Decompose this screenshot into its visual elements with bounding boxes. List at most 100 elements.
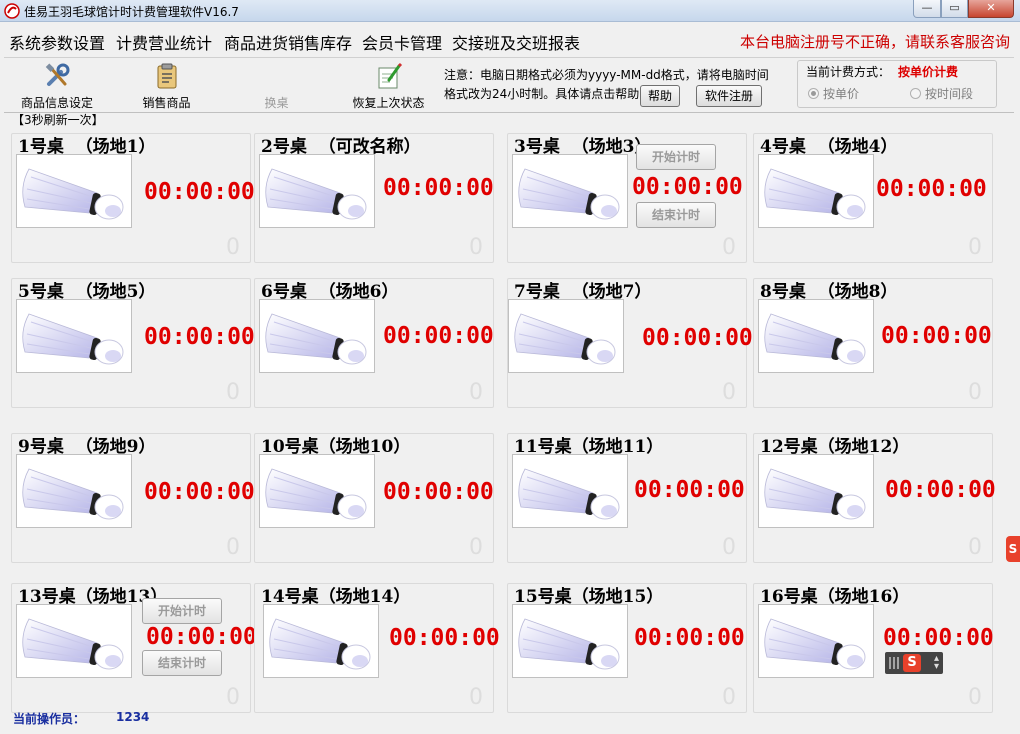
register-button[interactable]: 软件注册 (696, 85, 762, 107)
shuttlecock-icon (22, 468, 124, 520)
restore-icon (378, 62, 402, 89)
table-timer: 00:00:00 (144, 479, 255, 505)
billing-mode-label: 当前计费方式： (806, 65, 891, 79)
table-count: 0 (722, 380, 736, 405)
table-image (758, 299, 874, 373)
table-card[interactable]: 10号桌（场地10） 00:00:00 0 (254, 433, 494, 563)
billing-mode-group: 当前计费方式： 按单价计费 按单价 按时间段 (797, 60, 997, 108)
table-count: 0 (722, 235, 736, 260)
table-card[interactable]: 12号桌（场地12） 00:00:00 0 (753, 433, 996, 563)
table-timer: 00:00:00 (634, 477, 745, 503)
table-timer: 00:00:00 (632, 174, 743, 200)
table-image (512, 604, 628, 678)
radio-time-period[interactable]: 按时间段 (910, 85, 973, 102)
shuttlecock-icon (764, 618, 866, 670)
operator-label: 当前操作员： (13, 712, 86, 726)
table-card[interactable]: 8号桌 （场地8） 00:00:00 0 (753, 278, 993, 408)
clipboard-icon (157, 63, 176, 89)
table-timer: 00:00:00 (383, 175, 494, 201)
table-image (16, 299, 132, 373)
menu-member-card[interactable]: 会员卡管理 (362, 30, 442, 54)
operator-value: 1234 (116, 710, 150, 724)
table-image (758, 454, 874, 528)
table-card[interactable]: 5号桌 （场地5） 00:00:00 0 (11, 278, 255, 408)
table-count: 0 (968, 685, 982, 710)
menu-shift-report[interactable]: 交接班及交班报表 (452, 30, 580, 54)
table-image (16, 604, 132, 678)
table-card[interactable]: 7号桌 （场地7） 00:00:00 0 (507, 278, 753, 408)
refresh-note: 【3秒刷新一次】 (12, 113, 104, 127)
shuttlecock-icon (764, 168, 866, 220)
table-card[interactable]: 11号桌（场地11） 00:00:00 0 (507, 433, 747, 563)
table-card[interactable]: 3号桌 （场地3） 00:00:00 0 开始计时 结束计时 (507, 133, 747, 263)
radio-dot-unchecked (910, 88, 921, 99)
restore-state-button[interactable]: 恢复上次状态 (346, 58, 431, 112)
swap-icon (263, 62, 291, 90)
help-button[interactable]: 帮助 (640, 85, 680, 107)
table-card[interactable]: 2号桌 （可改名称） 00:00:00 0 (254, 133, 494, 263)
table-card[interactable]: 1号桌 （场地1） 00:00:00 0 (11, 133, 255, 263)
shuttlecock-icon (265, 468, 367, 520)
menu-system-settings[interactable]: 系统参数设置 (9, 30, 105, 54)
table-timer: 00:00:00 (642, 325, 753, 351)
table-card[interactable]: 9号桌 （场地9） 00:00:00 0 (11, 433, 255, 563)
shuttlecock-icon (22, 313, 124, 365)
shuttlecock-icon (518, 168, 620, 220)
app-logo-icon (4, 3, 20, 19)
radio-time-period-label: 按时间段 (925, 87, 974, 101)
table-timer: 00:00:00 (144, 179, 255, 205)
toolbar: 商品信息设定 销售商品 换桌 恢复上次状态 注意：电脑日期格式必须为yyyy-M… (4, 57, 1014, 113)
table-timer: 00:00:00 (883, 625, 994, 651)
maximize-button[interactable]: ▭ (941, 0, 968, 18)
table-card[interactable]: 4号桌 （场地4） 00:00:00 0 (753, 133, 993, 263)
menu-billing-stats[interactable]: 计费营业统计 (116, 30, 212, 54)
start-timer-button[interactable]: 开始计时 (636, 144, 716, 170)
shuttlecock-icon (265, 313, 367, 365)
table-count: 0 (469, 535, 483, 560)
change-table-button[interactable]: 换桌 (254, 58, 299, 112)
table-card[interactable]: 14号桌（场地14） 00:00:00 0 (254, 583, 500, 713)
table-timer: 00:00:00 (383, 479, 494, 505)
radio-dot-checked (808, 88, 819, 99)
shuttlecock-icon (518, 468, 620, 520)
table-card[interactable]: 15号桌（场地15） 00:00:00 0 (507, 583, 747, 713)
ime-side-tab-icon[interactable]: S (1006, 536, 1020, 562)
product-settings-button[interactable]: 商品信息设定 (12, 58, 102, 112)
end-timer-button[interactable]: 结束计时 (636, 202, 716, 228)
table-count: 0 (226, 380, 240, 405)
radio-unit-price[interactable]: 按单价 (808, 85, 859, 102)
table-card[interactable]: 13号桌（场地13） 00:00:00 0 开始计时 结束计时 (11, 583, 257, 713)
table-card[interactable]: 6号桌 （场地6） 00:00:00 0 (254, 278, 494, 408)
shuttlecock-icon (514, 313, 616, 365)
table-count: 0 (469, 685, 483, 710)
table-timer: 00:00:00 (389, 625, 500, 651)
tools-icon (45, 63, 70, 86)
table-count: 0 (469, 235, 483, 260)
menu-inventory[interactable]: 商品进货销售库存 (224, 30, 352, 54)
product-settings-label: 商品信息设定 (20, 96, 93, 110)
minimize-button[interactable]: — (913, 0, 941, 18)
table-count: 0 (722, 535, 736, 560)
table-image (259, 454, 375, 528)
ime-grip-icon[interactable] (889, 657, 899, 669)
table-count: 0 (226, 235, 240, 260)
title-bar: 佳易王羽毛球馆计时计费管理软件V16.7 — ▭ ✕ (0, 0, 1020, 22)
table-card[interactable]: 16号桌（场地16） 00:00:00 0 S ▴ ▾ (753, 583, 994, 713)
end-timer-button[interactable]: 结束计时 (142, 650, 222, 676)
table-image (758, 604, 874, 678)
table-timer: 00:00:00 (634, 625, 745, 651)
ime-toolbar[interactable]: S ▴ ▾ (885, 652, 943, 674)
billing-mode-value: 按单价计费 (898, 65, 959, 79)
table-timer: 00:00:00 (383, 323, 494, 349)
table-image (259, 154, 375, 228)
shuttlecock-icon (22, 618, 124, 670)
ime-logo-icon[interactable]: S (903, 654, 921, 672)
sell-goods-button[interactable]: 销售商品 (134, 58, 199, 112)
table-timer: 00:00:00 (881, 323, 992, 349)
start-timer-button[interactable]: 开始计时 (142, 598, 222, 624)
restore-state-label: 恢复上次状态 (352, 96, 425, 110)
notice-line-1: 注意：电脑日期格式必须为yyyy-MM-dd格式，请将电脑时间 (444, 68, 769, 82)
ime-menu-arrow-icon[interactable]: ▴ ▾ (934, 654, 939, 672)
table-image (512, 154, 628, 228)
close-button[interactable]: ✕ (968, 0, 1014, 18)
